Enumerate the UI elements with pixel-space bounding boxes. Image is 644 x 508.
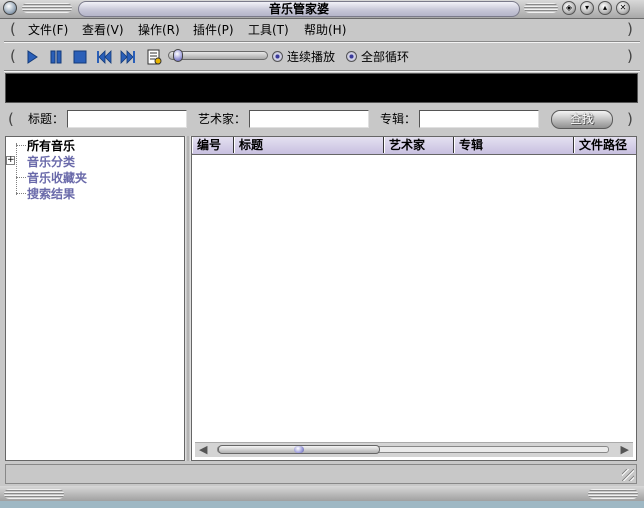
divider [4, 70, 640, 72]
window-title: 音乐管家婆 [268, 2, 329, 16]
scroll-thumb-grip [294, 446, 304, 453]
category-tree[interactable]: 所有音乐 音乐分类 音乐收藏夹 搜索结果 [5, 136, 185, 461]
menu-tools[interactable]: 工具(T) [248, 23, 289, 37]
menu-view[interactable]: 查看(V) [82, 23, 124, 37]
menu-bracket-right: ) [627, 20, 633, 38]
minimize-icon[interactable]: ▾ [580, 1, 594, 15]
album-search-input[interactable] [419, 110, 539, 128]
title-search-label: 标题： [28, 112, 65, 126]
column-album[interactable]: 专辑 [454, 137, 574, 153]
track-display [5, 73, 638, 103]
loop-all-radio[interactable] [346, 51, 357, 62]
artist-search-input[interactable] [249, 110, 369, 128]
menu-bracket-left: ( [10, 20, 16, 38]
tree-connector [16, 193, 26, 194]
column-number[interactable]: 编号 [192, 137, 234, 153]
previous-icon[interactable] [96, 49, 112, 65]
menu-help[interactable]: 帮助(H) [304, 23, 346, 37]
scroll-right-icon[interactable]: ▶ [621, 443, 629, 457]
options-icon[interactable]: ◈ [562, 1, 576, 15]
title-pill: 音乐管家婆 [78, 1, 520, 17]
pause-icon[interactable] [48, 49, 64, 65]
music-list[interactable]: 编号 标题 艺术家 专辑 文件路径 ◀ ▶ [191, 136, 637, 461]
main-window: 音乐管家婆 ◈ ▾ ▴ ✕ ( 文件(F) 查看(V) 操作(R) 插件(P) … [0, 0, 644, 501]
tree-connector [16, 177, 26, 178]
status-bar [5, 464, 637, 484]
horizontal-scrollbar[interactable]: ◀ ▶ [195, 442, 633, 457]
column-title[interactable]: 标题 [234, 137, 384, 153]
title-grip-left [22, 3, 72, 13]
bottom-grip-right [588, 489, 638, 499]
progress-slider[interactable] [168, 49, 268, 62]
continuous-play-label[interactable]: 连续播放 [287, 50, 335, 64]
window-bottom-frame [0, 486, 644, 501]
column-artist[interactable]: 艺术家 [384, 137, 454, 153]
scroll-track[interactable] [217, 445, 609, 454]
menu-plugins[interactable]: 插件(P) [193, 23, 234, 37]
menu-file[interactable]: 文件(F) [28, 23, 68, 37]
progress-slider-knob[interactable] [173, 49, 184, 62]
tree-item-all-music[interactable]: 所有音乐 [27, 139, 75, 153]
resize-grip[interactable] [622, 469, 634, 481]
search-button[interactable]: 查找 [551, 110, 613, 129]
list-header: 编号 标题 艺术家 专辑 文件路径 [192, 137, 636, 155]
title-grip-right [524, 3, 558, 13]
stop-icon[interactable] [72, 49, 88, 65]
search-bar: ( 标题： 艺术家： 专辑： 查找 ) [0, 105, 644, 133]
next-icon[interactable] [120, 49, 136, 65]
playlist-icon[interactable] [146, 49, 162, 65]
menu-bar: ( 文件(F) 查看(V) 操作(R) 插件(P) 工具(T) 帮助(H) ) [0, 19, 644, 41]
toolbar-bracket-right: ) [627, 47, 633, 65]
bottom-grip-left [4, 489, 64, 499]
toolbar: ( 连续播放 全部循环) [0, 43, 644, 70]
close-icon[interactable]: ✕ [616, 1, 630, 15]
loop-all-label[interactable]: 全部循环 [361, 50, 409, 64]
search-bracket-right: ) [627, 110, 633, 128]
tree-connector [16, 145, 26, 146]
album-search-label: 专辑： [380, 112, 417, 126]
play-icon[interactable] [24, 49, 40, 65]
tree-item-search-results[interactable]: 搜索结果 [27, 187, 75, 201]
expand-icon[interactable]: + [6, 156, 15, 165]
app-icon[interactable] [3, 1, 17, 15]
tree-item-favorites[interactable]: 音乐收藏夹 [27, 171, 87, 185]
tree-connector [16, 143, 17, 195]
tree-item-categories[interactable]: 音乐分类 [27, 155, 75, 169]
menu-operate[interactable]: 操作(R) [138, 23, 180, 37]
toolbar-bracket-left: ( [10, 47, 16, 65]
continuous-play-radio[interactable] [272, 51, 283, 62]
scroll-thumb[interactable] [218, 445, 380, 454]
artist-search-label: 艺术家： [198, 112, 247, 126]
column-file-path[interactable]: 文件路径 [574, 137, 636, 153]
search-bracket-left: ( [8, 110, 14, 128]
maximize-icon[interactable]: ▴ [598, 1, 612, 15]
title-bar[interactable]: 音乐管家婆 ◈ ▾ ▴ ✕ [0, 0, 644, 19]
scroll-left-icon[interactable]: ◀ [199, 443, 207, 457]
title-search-input[interactable] [67, 110, 187, 128]
